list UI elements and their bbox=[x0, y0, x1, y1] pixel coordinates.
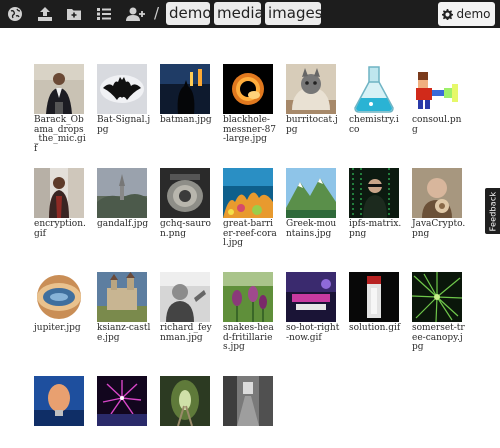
file-thumbnail[interactable] bbox=[286, 64, 336, 114]
file-name[interactable]: consoul.png bbox=[412, 115, 466, 135]
file-name[interactable]: Greek-mountains.jpg bbox=[286, 219, 340, 239]
file-name[interactable]: gandalf.jpg bbox=[97, 219, 151, 230]
file-thumbnail[interactable] bbox=[223, 272, 273, 322]
file-name[interactable]: JavaCrypto.png bbox=[412, 219, 466, 239]
file-thumbnail[interactable] bbox=[412, 272, 462, 322]
file-thumbnail[interactable] bbox=[97, 272, 147, 322]
file-thumbnail[interactable] bbox=[34, 168, 84, 218]
file-thumbnail[interactable] bbox=[286, 168, 336, 218]
file-name[interactable]: somerset-tree-canopy.jpg bbox=[412, 323, 466, 353]
breadcrumb-separator: / bbox=[154, 4, 160, 22]
file-name[interactable]: ksianz-castle.jpg bbox=[97, 323, 151, 343]
file-thumbnail[interactable] bbox=[34, 272, 84, 322]
file-thumbnail[interactable] bbox=[349, 272, 399, 322]
file-thumbnail[interactable] bbox=[223, 168, 273, 218]
file-name[interactable]: blackhole-messner-87-large.jpg bbox=[223, 115, 277, 145]
file-thumbnail[interactable] bbox=[223, 64, 273, 114]
feedback-tab[interactable]: Feedback bbox=[485, 188, 500, 234]
new-folder-icon[interactable] bbox=[65, 5, 83, 23]
file-name[interactable]: chemistry.ico bbox=[349, 115, 403, 135]
file-name[interactable]: Bat-Signal.jpg bbox=[97, 115, 151, 135]
file-thumbnail[interactable] bbox=[160, 376, 210, 426]
file-name[interactable]: jupiter.jpg bbox=[34, 323, 88, 334]
file-name[interactable]: encryption.gif bbox=[34, 219, 88, 239]
file-thumbnail[interactable] bbox=[286, 272, 336, 322]
file-name[interactable]: ipfs-matrix.png bbox=[349, 219, 403, 239]
upload-icon[interactable] bbox=[36, 5, 54, 23]
file-name[interactable]: so-hot-right-now.gif bbox=[286, 323, 340, 343]
file-thumbnail[interactable] bbox=[412, 168, 462, 218]
file-thumbnail[interactable] bbox=[223, 376, 273, 426]
top-toolbar: / demo media images demo bbox=[0, 0, 500, 28]
breadcrumb-demo[interactable]: demo bbox=[166, 2, 212, 25]
globe-icon[interactable] bbox=[6, 5, 24, 23]
file-thumbnail[interactable] bbox=[349, 168, 399, 218]
file-name[interactable]: richard_feynman.jpg bbox=[160, 323, 214, 343]
file-thumbnail[interactable] bbox=[412, 64, 462, 114]
file-thumbnail[interactable] bbox=[97, 376, 147, 426]
gear-icon bbox=[442, 8, 454, 20]
file-name[interactable]: gchq-sauron.png bbox=[160, 219, 214, 239]
file-name[interactable]: Barack_Obama_drops_the_mic.gif bbox=[34, 115, 88, 154]
file-thumbnail[interactable] bbox=[160, 272, 210, 322]
user-menu-button[interactable]: demo bbox=[438, 2, 495, 26]
file-thumbnail[interactable] bbox=[34, 376, 84, 426]
file-thumbnail[interactable] bbox=[160, 64, 210, 114]
list-view-icon[interactable] bbox=[95, 5, 113, 23]
file-thumbnail[interactable] bbox=[349, 64, 399, 114]
user-label: demo bbox=[456, 7, 491, 21]
file-name[interactable]: great-barrier-reef-coral.jpg bbox=[223, 219, 277, 249]
add-user-icon[interactable] bbox=[125, 5, 147, 23]
file-thumbnail[interactable] bbox=[160, 168, 210, 218]
file-thumbnail[interactable] bbox=[97, 168, 147, 218]
file-thumbnail[interactable] bbox=[97, 64, 147, 114]
breadcrumb-media[interactable]: media bbox=[214, 2, 264, 25]
file-name[interactable]: snakes-head-fritillaries.jpg bbox=[223, 323, 277, 353]
file-name[interactable]: solution.gif bbox=[349, 323, 403, 334]
file-thumbnail[interactable] bbox=[34, 64, 84, 114]
file-name[interactable]: burritocat.jpg bbox=[286, 115, 340, 135]
file-name[interactable]: batman.jpg bbox=[160, 115, 214, 126]
breadcrumb-images[interactable]: images bbox=[265, 2, 323, 25]
